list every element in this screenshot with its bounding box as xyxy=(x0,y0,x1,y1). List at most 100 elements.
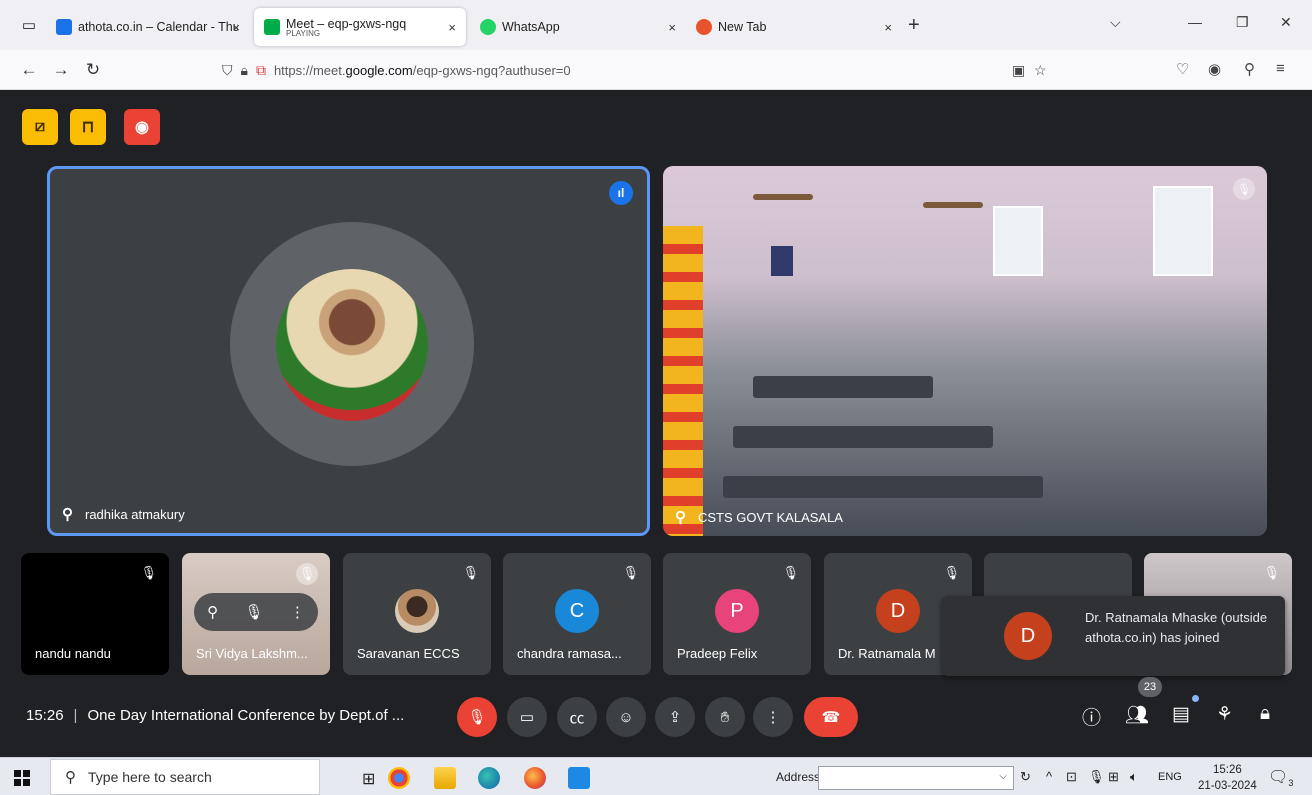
minimize-icon[interactable]: — xyxy=(1188,14,1202,30)
list-all-tabs-icon[interactable]: ⌵ xyxy=(1110,14,1121,31)
pin-icon[interactable]: ⚲ xyxy=(675,508,686,526)
pin-icon[interactable]: ⚲ xyxy=(62,505,73,523)
participant-name: Pradeep Felix xyxy=(677,646,758,661)
avatar: D xyxy=(876,589,920,633)
whatsapp-favicon-icon xyxy=(480,19,496,35)
chat-icon[interactable]: ▤ xyxy=(1172,703,1190,726)
emoji-icon[interactable]: ☺ xyxy=(606,697,646,737)
leave-call-icon[interactable]: ☎︎ xyxy=(804,697,858,737)
mail-icon[interactable] xyxy=(568,767,590,789)
mic-off-icon: 🎙︎ xyxy=(296,563,318,585)
participant-name: Sri Vidya Lakshm... xyxy=(196,646,308,661)
participant-tile[interactable]: 🎙︎ ⚲ 🎙︎ ⋮ Sri Vidya Lakshm... xyxy=(182,553,330,675)
meeting-info: 15:26 | One Day International Conference b… xyxy=(26,707,404,724)
back-icon[interactable]: ← xyxy=(16,60,42,80)
url-bar[interactable]: ⛉ 🔒︎ ⧉ https://meet. google.com/eqp-gxws-… xyxy=(222,54,1052,86)
edge-icon[interactable] xyxy=(478,767,500,789)
pin-icon[interactable]: ⚲ xyxy=(207,603,218,621)
participant-tile-main[interactable]: ıl ⚲ radhika atmakury xyxy=(47,166,650,536)
search-placeholder: Type here to search xyxy=(88,769,212,785)
start-icon[interactable] xyxy=(14,770,30,786)
more-options-icon[interactable]: ⋮ xyxy=(290,603,305,621)
record-icon[interactable]: ◉ xyxy=(124,109,160,145)
raise-hand-icon[interactable]: ✋︎ xyxy=(705,697,745,737)
close-tab-icon[interactable]: × xyxy=(884,20,892,35)
pocket-icon[interactable]: ♡ xyxy=(1176,60,1189,78)
classroom-window xyxy=(1153,186,1213,276)
restore-icon[interactable]: ❐ xyxy=(1236,14,1249,31)
activities-icon[interactable]: ⚘ xyxy=(1216,703,1233,726)
mic-off-icon: 🎙︎ xyxy=(1233,178,1255,200)
camera-icon[interactable]: ▭ xyxy=(507,697,547,737)
address-toolbar-input[interactable]: ⌵ xyxy=(818,766,1014,790)
mute-participant-icon[interactable]: 🎙︎ xyxy=(244,603,263,621)
exit-room-icon[interactable]: ⊓ xyxy=(70,109,106,145)
reload-icon[interactable]: ↻ xyxy=(80,60,106,80)
new-tab-icon[interactable]: + xyxy=(908,14,920,37)
close-tab-icon[interactable]: × xyxy=(232,20,240,35)
tab-title: Meet – eqp-gxws-ngq PLAYING xyxy=(286,17,406,38)
chevron-up-icon[interactable]: ^ xyxy=(1046,769,1052,784)
language-indicator[interactable]: ENG xyxy=(1158,771,1182,783)
file-explorer-icon[interactable] xyxy=(434,767,456,789)
notifications-icon[interactable]: 🗨︎3 xyxy=(1268,767,1293,788)
calendar-favicon-icon xyxy=(56,19,72,35)
tab-meet[interactable]: Meet – eqp-gxws-ngq PLAYING × xyxy=(254,8,466,46)
garland-decoration xyxy=(663,226,703,536)
host-controls-icon[interactable]: 🔒︎ xyxy=(1260,703,1270,725)
meeting-title[interactable]: One Day International Conference by Dept… xyxy=(87,707,404,724)
meet-tray-icon[interactable]: ⊡ xyxy=(1066,769,1077,785)
participant-tile[interactable]: 🎙︎ P Pradeep Felix xyxy=(663,553,811,675)
tab-calendar[interactable]: athota.co.in – Calendar - Thurs × xyxy=(46,8,250,46)
participant-name-text: CSTS GOVT KALASALA xyxy=(698,509,843,525)
mic-off-icon: 🎙︎ xyxy=(622,565,639,580)
participant-tile-classroom[interactable]: 🎙︎ ⚲ CSTS GOVT KALASALA xyxy=(663,166,1267,536)
mic-off-icon[interactable]: 🎙︎ xyxy=(457,697,497,737)
participant-count-badge: 23 xyxy=(1138,677,1162,697)
chrome-icon[interactable] xyxy=(388,767,410,789)
menu-icon[interactable]: ≡ xyxy=(1276,60,1285,77)
close-tab-icon[interactable]: × xyxy=(668,20,676,35)
extensions-icon[interactable]: ⚲ xyxy=(1244,60,1255,78)
participant-tile[interactable]: 🎙︎ Saravanan ECCS xyxy=(343,553,491,675)
ceiling-fan xyxy=(923,202,983,208)
tab-new-tab[interactable]: New Tab × xyxy=(686,8,902,46)
participant-name-text: radhika atmakury xyxy=(85,506,185,522)
meeting-time: 15:26 xyxy=(26,707,64,724)
tab-whatsapp[interactable]: WhatsApp × xyxy=(470,8,686,46)
permissions-icon[interactable]: ⧉ xyxy=(256,62,266,79)
taskbar-search[interactable]: ⚲ Type here to search xyxy=(50,759,320,795)
chevron-down-icon[interactable]: ⌵ xyxy=(999,771,1007,782)
forward-icon[interactable]: → xyxy=(48,60,74,80)
firefox-icon[interactable] xyxy=(524,767,546,789)
notification-message: Dr. Ratnamala Mhaske (outside athota.co.… xyxy=(1085,610,1268,645)
account-icon[interactable]: ◉ xyxy=(1208,60,1221,78)
network-icon[interactable]: ⊞ xyxy=(1108,769,1119,785)
lock-icon[interactable]: 🔒︎ xyxy=(241,62,248,79)
meet-stage: ⧄ ⊓ ◉ ıl ⚲ radhika atmakury 🎙︎ ⚲ CSTS GO… xyxy=(6,91,1306,754)
volume-mute-icon[interactable]: 🔈︎ xyxy=(1130,769,1138,785)
task-view-icon[interactable]: ⊞ xyxy=(362,769,375,789)
participant-tile[interactable]: 🎙︎ C chandra ramasa... xyxy=(503,553,651,675)
more-options-icon[interactable]: ⋮ xyxy=(753,697,793,737)
avatar xyxy=(276,269,428,421)
tab-list-icon[interactable]: ▭ xyxy=(12,8,46,42)
info-icon[interactable]: ⓘ xyxy=(1082,703,1101,730)
participant-tile[interactable]: 🎙︎ nandu nandu xyxy=(21,553,169,675)
participant-name: ⚲ radhika atmakury xyxy=(62,505,185,523)
close-window-icon[interactable]: ✕ xyxy=(1280,14,1292,31)
present-icon[interactable]: ⇪ xyxy=(655,697,695,737)
close-tab-icon[interactable]: × xyxy=(448,20,456,35)
ceiling-fan xyxy=(753,194,813,200)
address-toolbar-label: Address xyxy=(776,770,821,784)
bookmark-star-icon[interactable]: ☆ xyxy=(1034,62,1047,79)
microphone-icon[interactable]: 🎙︎ xyxy=(1088,769,1105,785)
wall-poster xyxy=(771,246,793,276)
captions-icon[interactable]: ㏄ xyxy=(557,697,597,737)
no-present-icon[interactable]: ⧄ xyxy=(22,109,58,145)
taskbar-clock[interactable]: 15:26 21-03-2024 xyxy=(1198,762,1257,794)
people-icon[interactable]: 👥︎ xyxy=(1125,703,1149,727)
reader-view-icon[interactable]: ▣ xyxy=(1012,62,1025,79)
refresh-icon[interactable]: ↻ xyxy=(1020,769,1031,785)
shield-icon[interactable]: ⛉ xyxy=(222,62,233,79)
